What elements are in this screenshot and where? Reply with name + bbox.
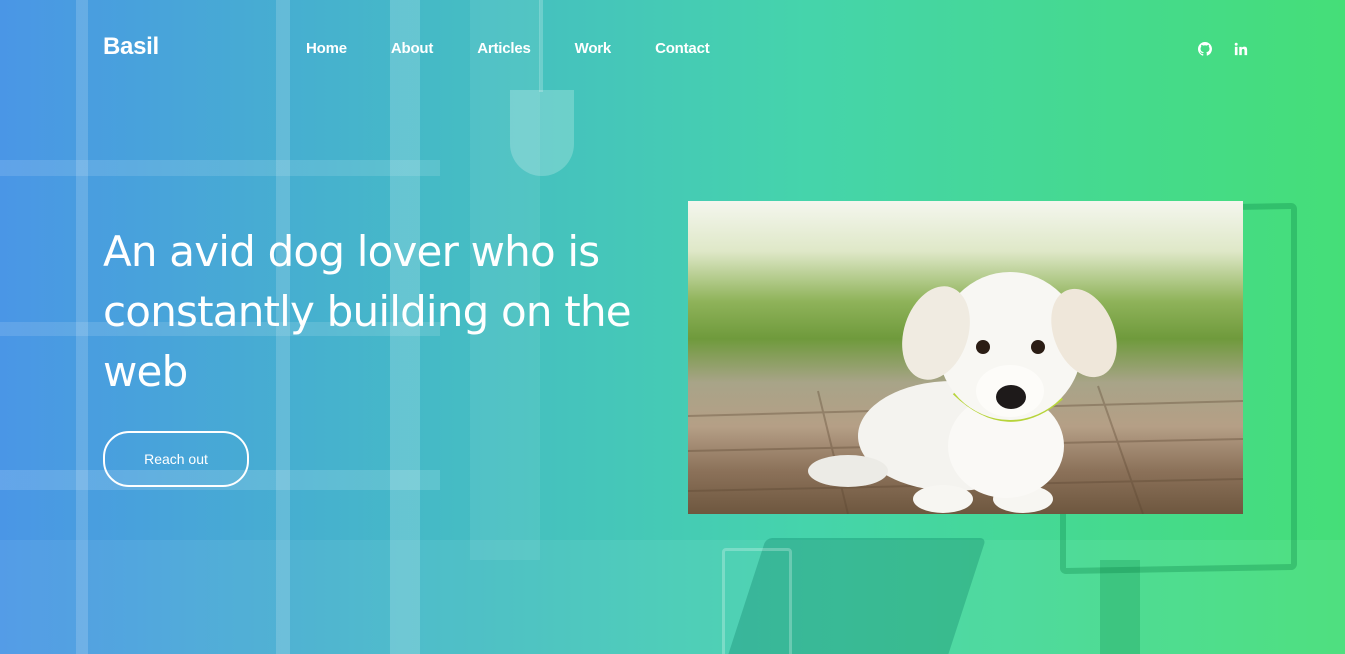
hero-headline: An avid dog lover who is constantly buil… — [103, 227, 632, 396]
site-header: Basil Home About Articles Work Contact — [0, 0, 1345, 98]
linkedin-icon — [1234, 42, 1248, 56]
background-monitor-stand — [1100, 560, 1140, 654]
nav-item-contact[interactable]: Contact — [655, 40, 710, 57]
nav-item-work[interactable]: Work — [575, 40, 612, 57]
github-icon — [1198, 42, 1212, 56]
social-links — [1197, 41, 1249, 57]
nav-item-articles[interactable]: Articles — [477, 40, 531, 57]
main-nav: Home About Articles Work Contact — [306, 40, 710, 57]
github-link[interactable] — [1197, 41, 1213, 57]
hero-section: Basil Home About Articles Work Contact A… — [0, 0, 1345, 654]
background-desk — [0, 540, 1345, 654]
background-plant-hanger — [510, 90, 574, 176]
nav-item-home[interactable]: Home — [306, 40, 347, 57]
background-laptop — [723, 538, 987, 654]
puppy-illustration — [688, 272, 1243, 514]
background-glass — [722, 548, 792, 654]
reach-out-button[interactable]: Reach out — [103, 431, 249, 487]
linkedin-link[interactable] — [1233, 41, 1249, 57]
puppy-photo — [688, 201, 1243, 514]
nav-item-about[interactable]: About — [391, 40, 434, 57]
brand-logo[interactable]: Basil — [103, 33, 159, 61]
